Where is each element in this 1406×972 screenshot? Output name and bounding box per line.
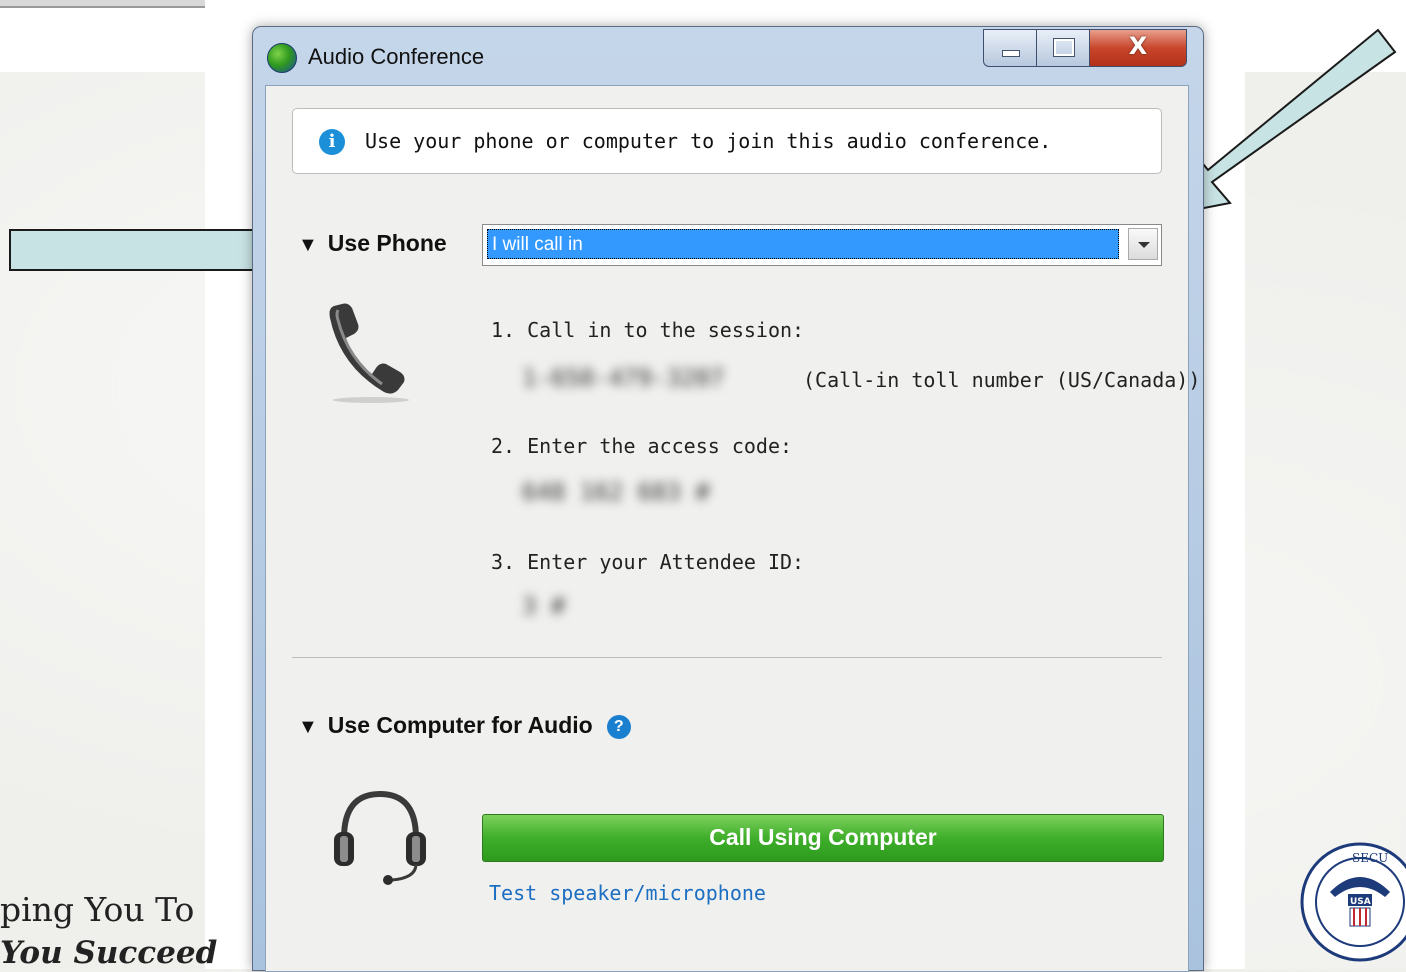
close-icon: X — [1128, 32, 1148, 60]
svg-text:USA: USA — [1350, 897, 1371, 907]
minimize-icon — [1002, 50, 1020, 57]
call-using-computer-button[interactable]: Call Using Computer — [482, 814, 1164, 862]
info-icon: i — [319, 129, 345, 155]
use-phone-header[interactable]: ▼ Use Phone — [298, 230, 447, 257]
window-client-area: i Use your phone or computer to join thi… — [265, 85, 1200, 972]
attendee-id-blurred: 3 # — [522, 592, 566, 620]
window-title: Audio Conference — [308, 44, 485, 69]
minimize-button[interactable] — [983, 29, 1037, 67]
window-controls: X — [983, 29, 1188, 67]
toll-number-label: (Call-in toll number (US/Canada)) — [803, 368, 1201, 392]
use-computer-title: Use Computer for Audio — [327, 712, 593, 738]
ssa-seal-icon: SECU USA — [1300, 842, 1406, 962]
step-attendee-id: 3. Enter your Attendee ID: — [491, 550, 805, 574]
globe-app-icon — [267, 43, 297, 73]
test-speaker-microphone-link[interactable]: Test speaker/microphone — [489, 881, 766, 905]
info-text: Use your phone or computer to join this … — [365, 129, 1052, 153]
slide-footer-line1: ping You To — [0, 890, 195, 929]
window-titlebar[interactable]: Audio Conference X — [253, 27, 1203, 83]
dropdown-selected-value: I will call in — [487, 229, 1119, 259]
phone-handset-icon — [329, 303, 409, 403]
svg-text:SECU: SECU — [1352, 851, 1388, 865]
collapse-triangle-icon: ▼ — [298, 716, 318, 738]
audio-conference-window: Audio Conference X i Use your phone or c… — [252, 26, 1204, 972]
use-phone-title: Use Phone — [327, 230, 447, 256]
collapse-triangle-icon: ▼ — [298, 234, 318, 256]
use-computer-header[interactable]: ▼ Use Computer for Audio? — [298, 712, 631, 739]
step-access-code: 2. Enter the access code: — [491, 434, 793, 458]
step-call-in: 1. Call in to the session: — [491, 318, 805, 342]
section-divider — [292, 657, 1162, 658]
close-button[interactable]: X — [1089, 29, 1187, 67]
phone-option-dropdown[interactable]: I will call in — [482, 224, 1162, 266]
phone-number-blurred: 1-650-479-3207 — [522, 364, 725, 392]
slide-footer-line2: You Succeed — [0, 935, 218, 971]
info-banner: i Use your phone or computer to join thi… — [292, 108, 1162, 174]
access-code-blurred: 648 162 683 # — [522, 478, 710, 506]
maximize-button[interactable] — [1036, 29, 1090, 67]
maximize-icon — [1053, 38, 1075, 57]
chevron-down-icon[interactable] — [1128, 228, 1158, 260]
headset-icon — [334, 790, 426, 885]
help-icon[interactable]: ? — [606, 715, 631, 739]
